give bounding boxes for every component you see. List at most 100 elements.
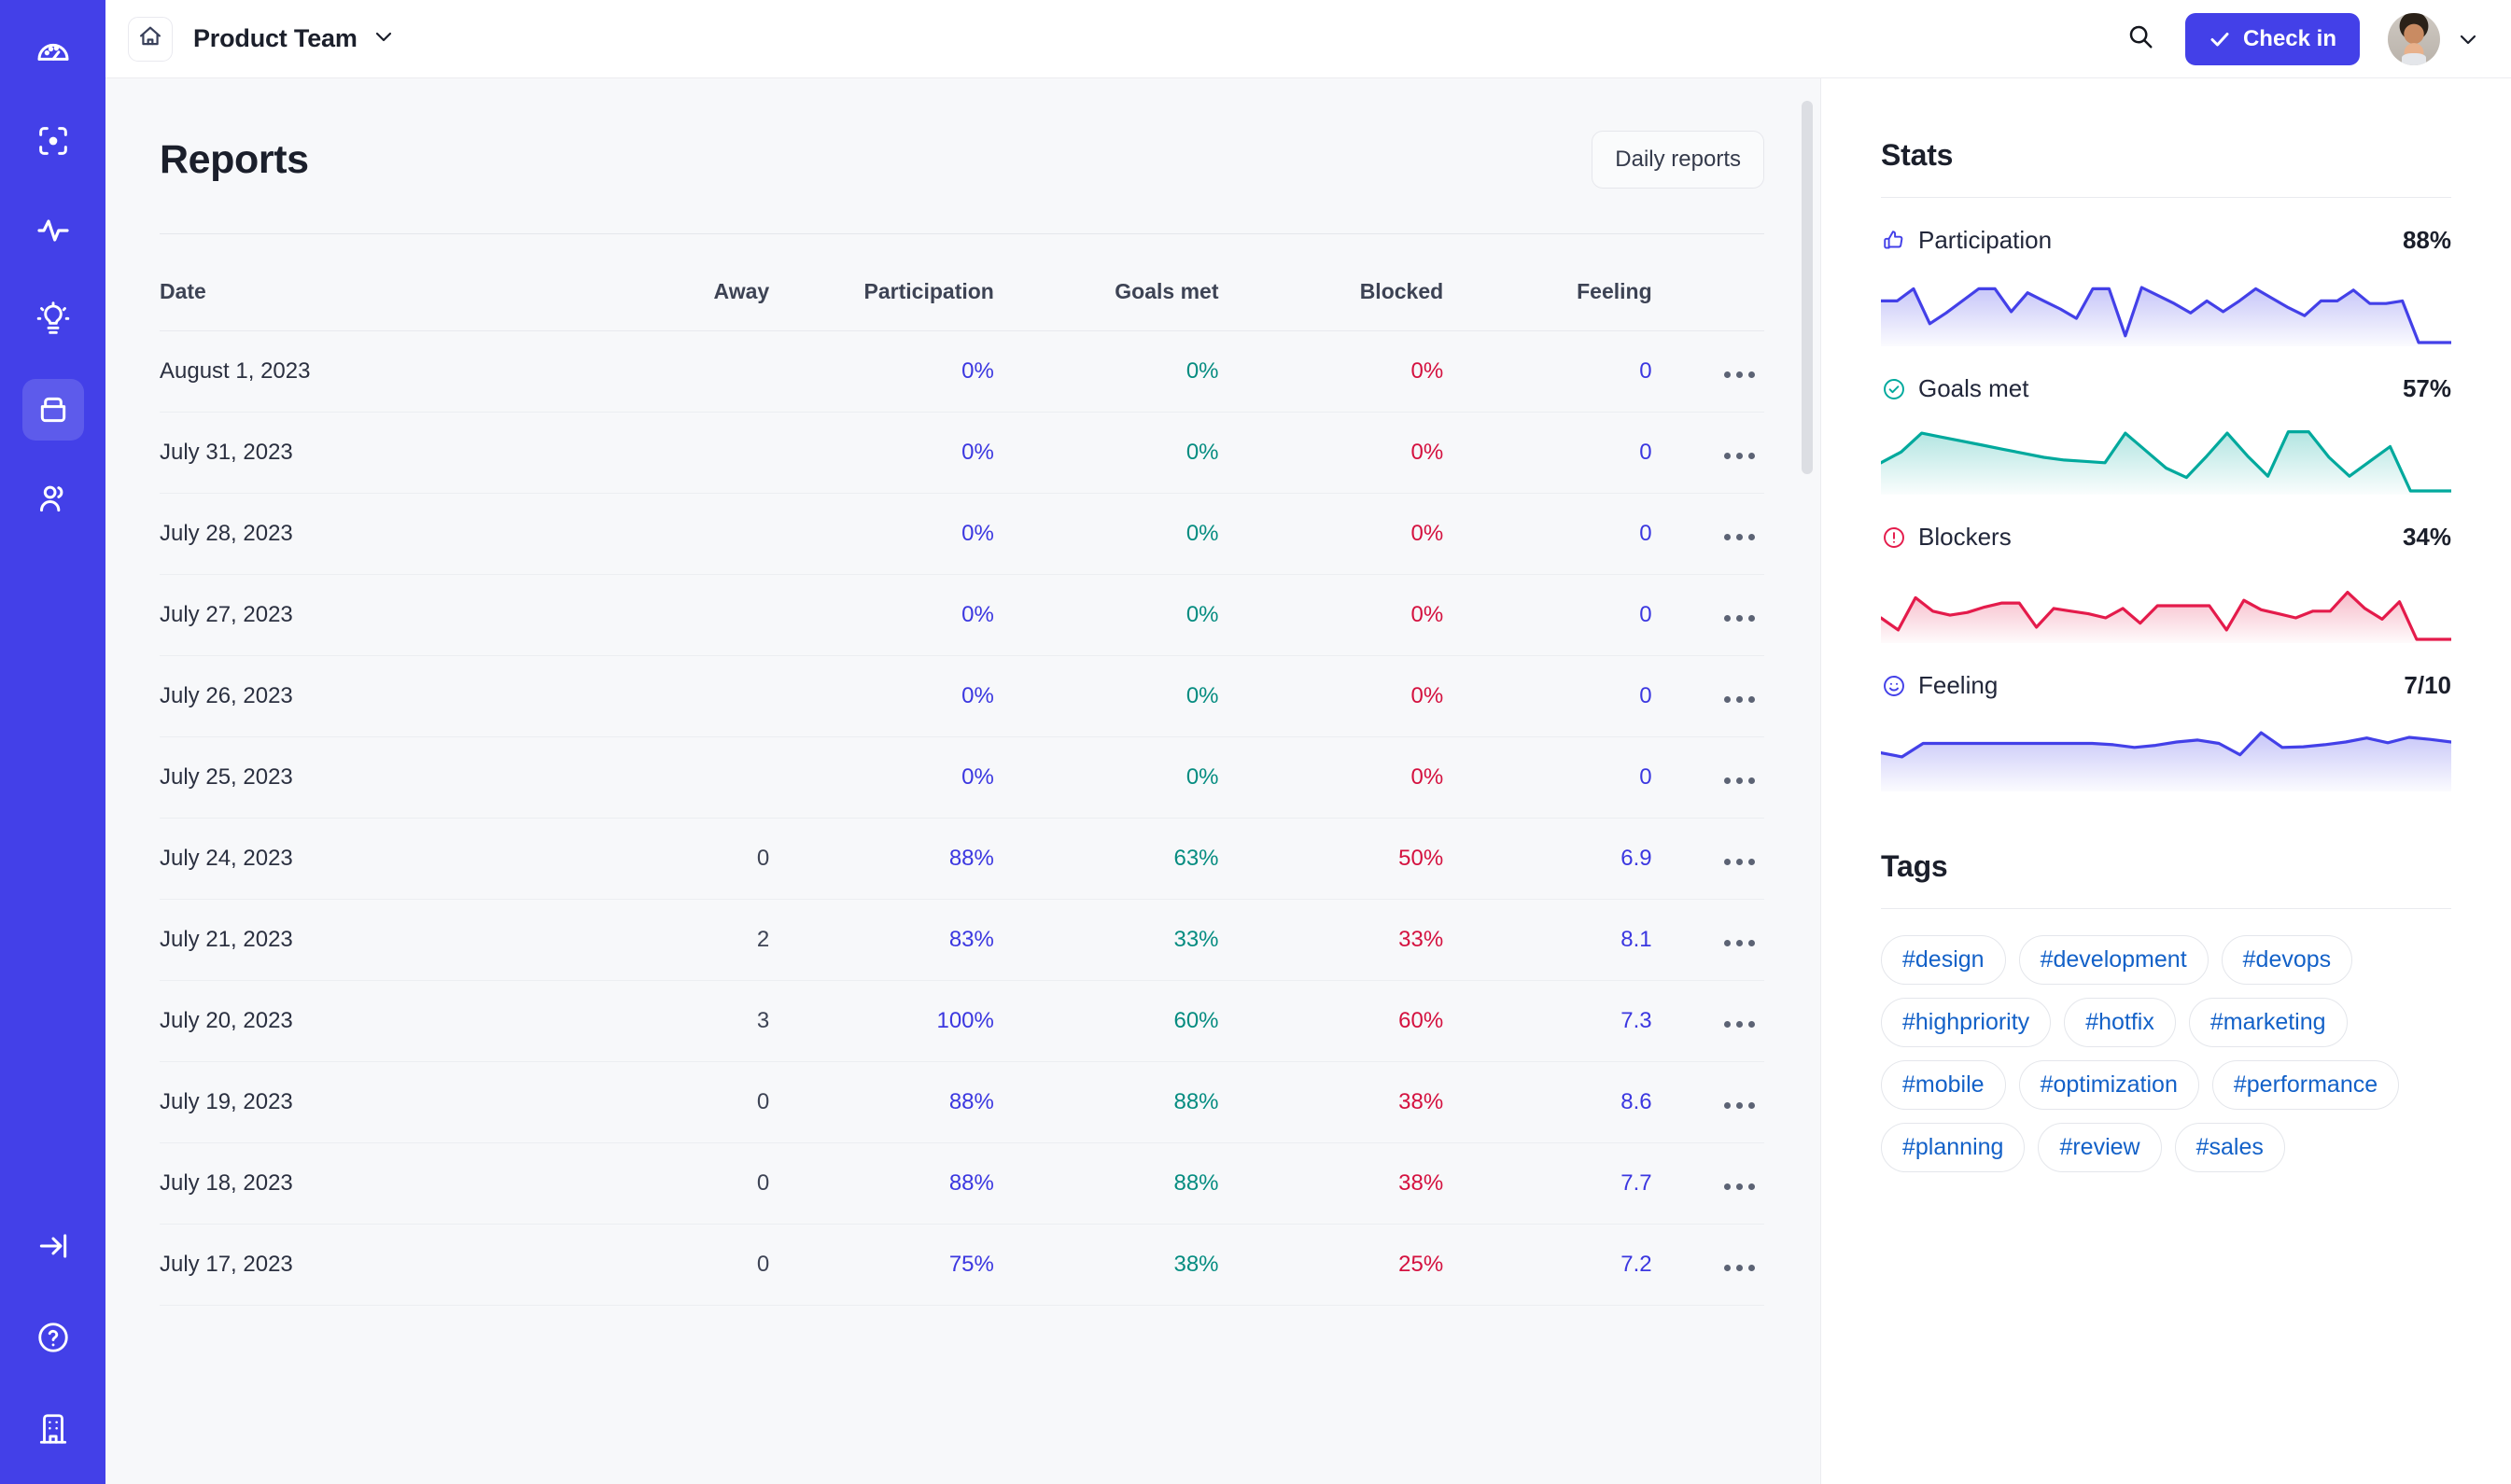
tag-chip[interactable]: #optimization: [2018, 1060, 2199, 1110]
stat-value: 57%: [2402, 374, 2451, 402]
stat-goals-met[interactable]: Goals met 57%: [1881, 374, 2451, 495]
cell-away: [593, 330, 770, 413]
sidebar-item-help[interactable]: [22, 1307, 84, 1368]
cell-participation: 0%: [769, 412, 994, 494]
stat-sparkline: [1881, 711, 2451, 791]
tag-chip[interactable]: #mobile: [1881, 1060, 2006, 1110]
scrollbar-thumb[interactable]: [1802, 101, 1813, 474]
ellipsis-icon[interactable]: [1724, 534, 1755, 540]
cell-feeling: 8.1: [1443, 899, 1652, 981]
avatar: [2388, 12, 2440, 65]
table-row[interactable]: July 27, 2023 0% 0% 0% 0: [160, 574, 1764, 656]
column-header-blocked[interactable]: Blocked: [1219, 244, 1443, 331]
tag-chip[interactable]: #development: [2018, 935, 2209, 985]
column-header-date[interactable]: Date: [160, 244, 593, 331]
table-row[interactable]: July 21, 2023 2 83% 33% 33% 8.1: [160, 899, 1764, 981]
table-row[interactable]: August 1, 2023 0% 0% 0% 0: [160, 330, 1764, 413]
sidebar-item-dashboard[interactable]: [22, 21, 84, 82]
building-icon: [35, 1411, 71, 1447]
daily-reports-button[interactable]: Daily reports: [1592, 131, 1764, 189]
table-row[interactable]: July 31, 2023 0% 0% 0% 0: [160, 412, 1764, 494]
column-header-away[interactable]: Away: [593, 244, 770, 331]
stat-header: Blockers 34%: [1881, 523, 2451, 552]
ellipsis-icon[interactable]: [1724, 453, 1755, 459]
ellipsis-icon[interactable]: [1724, 1021, 1755, 1028]
sidebar-item-activity[interactable]: [22, 200, 84, 261]
tag-chip[interactable]: #planning: [1881, 1123, 2026, 1172]
cell-goals-met: 0%: [993, 412, 1219, 494]
ellipsis-icon[interactable]: [1724, 1183, 1755, 1190]
tag-chip[interactable]: #highpriority: [1881, 998, 2052, 1047]
team-switcher-button[interactable]: [372, 25, 395, 52]
tag-chip[interactable]: #review: [2038, 1123, 2162, 1172]
stat-label: Goals met: [1918, 374, 2029, 402]
cell-goals-met: 0%: [993, 574, 1219, 656]
cell-blocked: 0%: [1218, 574, 1444, 656]
stat-sparkline: [1881, 563, 2451, 643]
cell-participation: 83%: [769, 899, 994, 981]
cell-date: July 18, 2023: [160, 1142, 594, 1225]
tags-title: Tags: [1881, 849, 1948, 883]
table-row[interactable]: July 17, 2023 0 75% 38% 25% 7.2: [160, 1224, 1764, 1306]
table-row[interactable]: July 26, 2023 0% 0% 0% 0: [160, 655, 1764, 737]
stat-header: Feeling 7/10: [1881, 671, 2451, 700]
cell-row-actions: [1651, 818, 1764, 900]
tag-chip[interactable]: #design: [1881, 935, 2006, 985]
cell-away: 0: [593, 1142, 770, 1225]
cell-away: 0: [593, 818, 770, 900]
ellipsis-icon[interactable]: [1724, 696, 1755, 703]
tag-chip[interactable]: #marketing: [2188, 998, 2348, 1047]
ellipsis-icon[interactable]: [1724, 1265, 1755, 1271]
table-row[interactable]: July 28, 2023 0% 0% 0% 0: [160, 493, 1764, 575]
reports-main: Reports Daily reports Date Away Particip…: [105, 78, 1820, 1484]
column-header-goals-met[interactable]: Goals met: [994, 244, 1218, 331]
sidebar-item-reports[interactable]: [21, 379, 84, 441]
sidebar-item-people[interactable]: [22, 469, 84, 530]
table-row[interactable]: July 25, 2023 0% 0% 0% 0: [160, 736, 1764, 819]
cell-away: [593, 412, 770, 494]
table-row[interactable]: July 19, 2023 0 88% 88% 38% 8.6: [160, 1061, 1764, 1143]
cell-away: 3: [593, 980, 770, 1062]
smiley-face-icon: [1881, 673, 1907, 699]
tag-chip[interactable]: #performance: [2211, 1060, 2400, 1110]
home-button[interactable]: [128, 16, 173, 62]
cell-feeling: 7.2: [1443, 1224, 1652, 1306]
stat-feeling[interactable]: Feeling 7/10: [1881, 671, 2451, 791]
column-header-participation[interactable]: Participation: [769, 244, 994, 331]
stat-value: 88%: [2402, 226, 2451, 254]
ellipsis-icon[interactable]: [1724, 615, 1755, 622]
search-icon: [2126, 22, 2154, 55]
cell-blocked: 60%: [1218, 980, 1444, 1062]
sidebar-item-organization[interactable]: [22, 1398, 84, 1460]
cell-participation: 88%: [769, 818, 994, 900]
table-row[interactable]: July 18, 2023 0 88% 88% 38% 7.7: [160, 1142, 1764, 1225]
stat-participation[interactable]: Participation 88%: [1881, 226, 2451, 346]
ellipsis-icon[interactable]: [1724, 777, 1755, 784]
sidebar-item-focus[interactable]: [22, 110, 84, 172]
user-menu-button[interactable]: [2388, 12, 2479, 65]
stat-value: 34%: [2402, 523, 2451, 551]
sidebar-item-collapse[interactable]: [22, 1215, 84, 1277]
cell-feeling: 0: [1443, 736, 1652, 819]
table-row[interactable]: July 24, 2023 0 88% 63% 50% 6.9: [160, 818, 1764, 900]
tag-chip[interactable]: #sales: [2174, 1123, 2285, 1172]
sidebar-item-insights[interactable]: [22, 289, 84, 351]
cell-row-actions: [1651, 493, 1764, 575]
ellipsis-icon[interactable]: [1724, 859, 1755, 865]
main-scrollbar[interactable]: [1802, 101, 1813, 1463]
tag-chip[interactable]: #hotfix: [2064, 998, 2176, 1047]
cell-goals-met: 33%: [993, 899, 1219, 981]
ellipsis-icon[interactable]: [1724, 1102, 1755, 1109]
cell-row-actions: [1651, 655, 1764, 737]
check-in-button[interactable]: Check in: [2184, 12, 2360, 65]
column-header-feeling[interactable]: Feeling: [1443, 244, 1652, 331]
reports-table: Date Away Participation Goals met Blocke…: [160, 244, 1764, 1306]
right-pane: Product Team Check in Reports Daily repo…: [105, 0, 2511, 1484]
table-row[interactable]: July 20, 2023 3 100% 60% 60% 7.3: [160, 980, 1764, 1062]
ellipsis-icon[interactable]: [1724, 371, 1755, 378]
cell-goals-met: 60%: [993, 980, 1219, 1062]
search-button[interactable]: [2120, 19, 2161, 60]
tag-chip[interactable]: #devops: [2221, 935, 2353, 985]
stat-blockers[interactable]: Blockers 34%: [1881, 523, 2451, 643]
ellipsis-icon[interactable]: [1724, 940, 1755, 946]
